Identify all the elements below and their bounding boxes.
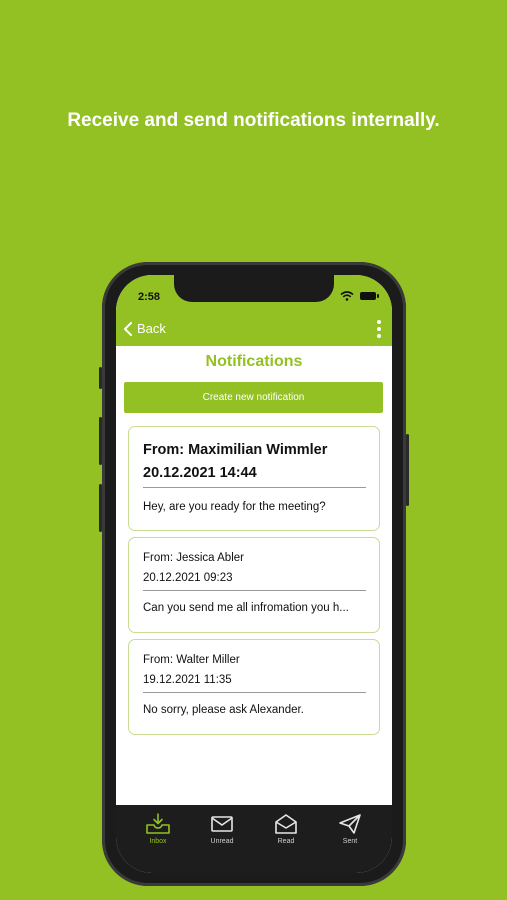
notification-date: 20.12.2021 09:23 <box>143 572 233 584</box>
notification-sender: From: Maximilian Wimmler <box>143 442 328 458</box>
phone-screen: 2:58 Back Notifications Create new notif… <box>116 275 392 873</box>
tab-sent[interactable]: Sent <box>325 805 375 873</box>
tab-unread-label: Unread <box>210 838 234 845</box>
notch <box>174 275 334 302</box>
volume-up-button <box>99 417 102 465</box>
chevron-left-icon <box>124 321 132 336</box>
divider <box>143 692 366 693</box>
status-time: 2:58 <box>138 291 161 303</box>
back-label: Back <box>137 321 166 336</box>
paper-plane-icon <box>339 814 361 834</box>
inbox-download-icon <box>146 813 170 834</box>
top-bar: 2:58 Back <box>116 275 392 346</box>
divider <box>143 590 366 591</box>
create-notification-button[interactable]: Create new notification <box>124 382 383 413</box>
mute-switch <box>99 367 102 389</box>
tab-read[interactable]: Read <box>261 805 311 873</box>
power-button <box>406 434 409 506</box>
notification-card[interactable]: From: Jessica Abler 20.12.2021 09:23 Can… <box>128 537 380 633</box>
notification-sender: From: Walter Miller <box>143 654 240 666</box>
notification-message: Can you send me all infromation you h... <box>143 602 349 614</box>
tab-inbox[interactable]: Inbox <box>133 805 183 873</box>
back-button[interactable]: Back <box>123 321 166 336</box>
notification-message: Hey, are you ready for the meeting? <box>143 501 326 513</box>
wifi-icon <box>340 291 354 301</box>
notification-card[interactable]: From: Walter Miller 19.12.2021 11:35 No … <box>128 639 380 735</box>
divider <box>143 487 366 488</box>
phone-frame: 2:58 Back Notifications Create new notif… <box>99 262 409 886</box>
notification-message: No sorry, please ask Alexander. <box>143 704 304 716</box>
promo-headline: Receive and send notifications internall… <box>67 110 440 131</box>
page-title: Notifications <box>205 353 303 370</box>
envelope-closed-icon <box>211 816 233 832</box>
tab-sent-label: Sent <box>342 838 358 845</box>
notification-date: 20.12.2021 14:44 <box>143 465 257 481</box>
envelope-open-icon <box>275 814 297 834</box>
bottom-tab-bar: Inbox Unread Read Sent <box>116 805 392 873</box>
tab-inbox-label: Inbox <box>149 838 167 845</box>
battery-icon <box>360 292 379 300</box>
status-icons <box>340 291 379 301</box>
notification-card[interactable]: From: Maximilian Wimmler 20.12.2021 14:4… <box>128 426 380 531</box>
volume-down-button <box>99 484 102 532</box>
tab-read-label: Read <box>277 838 295 845</box>
notification-date: 19.12.2021 11:35 <box>143 674 232 686</box>
tab-unread[interactable]: Unread <box>197 805 247 873</box>
more-options-icon[interactable] <box>376 320 382 338</box>
notification-sender: From: Jessica Abler <box>143 552 244 564</box>
